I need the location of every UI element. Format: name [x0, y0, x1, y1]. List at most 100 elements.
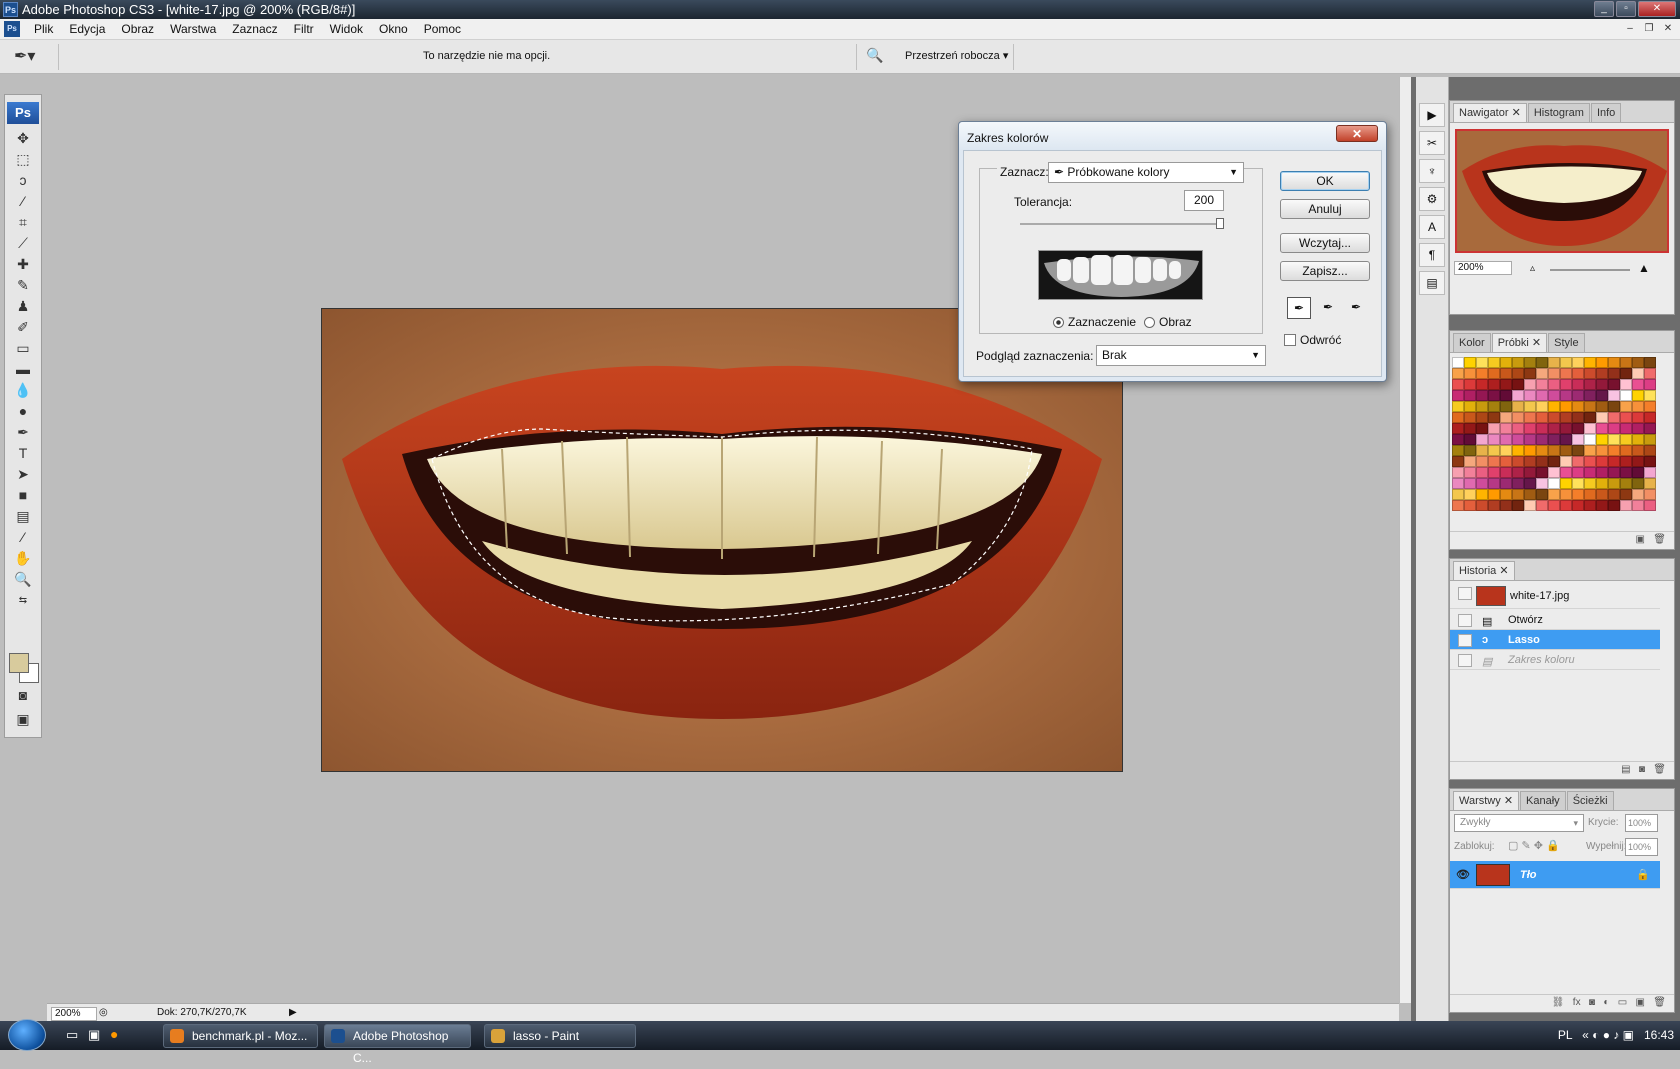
- color-swatch[interactable]: [1488, 368, 1500, 379]
- color-swatch[interactable]: [1536, 456, 1548, 467]
- color-swatch[interactable]: [1632, 467, 1644, 478]
- move-tool-icon[interactable]: ✥: [5, 128, 41, 149]
- navigator-thumbnail[interactable]: [1455, 129, 1669, 253]
- color-swatch[interactable]: [1512, 357, 1524, 368]
- blur-tool-icon[interactable]: 💧: [5, 380, 41, 401]
- color-swatch[interactable]: [1584, 489, 1596, 500]
- color-swatch[interactable]: [1644, 423, 1656, 434]
- menu-image[interactable]: Obraz: [113, 22, 162, 36]
- document-icon[interactable]: Ps: [4, 21, 20, 37]
- color-swatch[interactable]: [1452, 467, 1464, 478]
- color-swatch[interactable]: [1476, 489, 1488, 500]
- tab-history[interactable]: Historia ✕: [1453, 561, 1515, 580]
- brushes-panel-icon[interactable]: ♆: [1419, 159, 1445, 183]
- color-swatch[interactable]: [1488, 467, 1500, 478]
- load-button[interactable]: Wczytaj...: [1280, 233, 1370, 253]
- color-swatch[interactable]: [1488, 456, 1500, 467]
- color-swatch[interactable]: [1464, 379, 1476, 390]
- color-swatch[interactable]: [1452, 379, 1464, 390]
- color-swatch[interactable]: [1536, 412, 1548, 423]
- color-swatch[interactable]: [1536, 500, 1548, 511]
- color-swatch[interactable]: [1644, 357, 1656, 368]
- clone-source-panel-icon[interactable]: ⚙: [1419, 187, 1445, 211]
- color-swatch[interactable]: [1608, 368, 1620, 379]
- color-swatch[interactable]: [1524, 390, 1536, 401]
- eyedropper-sample-icon[interactable]: ✒: [1287, 297, 1311, 319]
- color-swatch[interactable]: [1608, 456, 1620, 467]
- color-swatch[interactable]: [1512, 489, 1524, 500]
- color-swatch[interactable]: [1572, 445, 1584, 456]
- blend-mode-dropdown[interactable]: Zwykły ▾: [1454, 814, 1584, 832]
- color-swatch[interactable]: [1584, 445, 1596, 456]
- color-swatch[interactable]: [1560, 445, 1572, 456]
- tab-navigator[interactable]: Nawigator ✕: [1453, 103, 1527, 122]
- menu-layer[interactable]: Warstwa: [162, 22, 224, 36]
- color-swatch[interactable]: [1476, 368, 1488, 379]
- color-swatch[interactable]: [1512, 401, 1524, 412]
- color-swatch[interactable]: [1476, 357, 1488, 368]
- color-swatch[interactable]: [1524, 478, 1536, 489]
- color-swatch[interactable]: [1620, 423, 1632, 434]
- color-swatch[interactable]: [1572, 401, 1584, 412]
- color-swatch[interactable]: [1596, 379, 1608, 390]
- color-swatch[interactable]: [1596, 423, 1608, 434]
- color-swatch[interactable]: [1548, 401, 1560, 412]
- color-swatch[interactable]: [1548, 500, 1560, 511]
- color-swatch[interactable]: [1572, 379, 1584, 390]
- color-swatch[interactable]: [1512, 500, 1524, 511]
- color-swatch[interactable]: [1524, 368, 1536, 379]
- color-swatch[interactable]: [1560, 500, 1572, 511]
- color-swatch[interactable]: [1596, 489, 1608, 500]
- color-swatch[interactable]: [1560, 489, 1572, 500]
- color-swatch[interactable]: [1608, 489, 1620, 500]
- color-swatch[interactable]: [1620, 434, 1632, 445]
- color-swatch[interactable]: [1560, 434, 1572, 445]
- start-button[interactable]: [8, 1019, 46, 1051]
- color-swatch[interactable]: [1536, 357, 1548, 368]
- color-swatch[interactable]: [1548, 456, 1560, 467]
- color-swatch[interactable]: [1476, 434, 1488, 445]
- color-swatch[interactable]: [1548, 390, 1560, 401]
- color-swatch[interactable]: [1500, 445, 1512, 456]
- color-swatch[interactable]: [1608, 478, 1620, 489]
- doc-restore-button[interactable]: ❐: [1641, 22, 1657, 36]
- color-swatch[interactable]: [1452, 390, 1464, 401]
- history-item[interactable]: ▤ Zakres koloru: [1450, 650, 1660, 670]
- color-swatch[interactable]: [1524, 379, 1536, 390]
- color-swatch[interactable]: [1488, 357, 1500, 368]
- color-swatch[interactable]: [1644, 478, 1656, 489]
- color-swatch[interactable]: [1500, 434, 1512, 445]
- color-swatch[interactable]: [1644, 489, 1656, 500]
- color-swatch[interactable]: [1500, 456, 1512, 467]
- ps-logo[interactable]: Ps: [7, 102, 39, 124]
- color-swatch[interactable]: [1500, 478, 1512, 489]
- color-swatch[interactable]: [1488, 434, 1500, 445]
- color-swatch[interactable]: [1476, 412, 1488, 423]
- healing-brush-tool-icon[interactable]: ✚: [5, 254, 41, 275]
- tab-styles[interactable]: Style: [1548, 333, 1585, 352]
- color-swatch[interactable]: [1560, 390, 1572, 401]
- color-swatch[interactable]: [1632, 445, 1644, 456]
- taskbar-item-firefox[interactable]: benchmark.pl - Moz...: [163, 1024, 318, 1048]
- color-swatch[interactable]: [1476, 456, 1488, 467]
- color-swatch[interactable]: [1464, 434, 1476, 445]
- color-swatch[interactable]: [1512, 412, 1524, 423]
- color-swatch[interactable]: [1596, 412, 1608, 423]
- new-document-from-state-icon[interactable]: ▤: [1621, 764, 1630, 775]
- workspace-dropdown[interactable]: Przestrzeń robocza ▾: [905, 49, 1008, 62]
- menu-edit[interactable]: Edycja: [61, 22, 113, 36]
- color-swatch[interactable]: [1524, 423, 1536, 434]
- fill-field[interactable]: 100%: [1625, 838, 1658, 856]
- swap-colors-icon[interactable]: ⇆: [5, 590, 41, 611]
- eraser-tool-icon[interactable]: ▭: [5, 338, 41, 359]
- color-swatch[interactable]: [1620, 456, 1632, 467]
- color-swatch[interactable]: [1476, 478, 1488, 489]
- color-swatch[interactable]: [1524, 489, 1536, 500]
- color-swatch[interactable]: [1584, 478, 1596, 489]
- color-swatch[interactable]: [1452, 489, 1464, 500]
- doc-minimize-button[interactable]: –: [1622, 22, 1638, 36]
- color-swatch[interactable]: [1512, 445, 1524, 456]
- radio-selection[interactable]: Zaznaczenie: [1053, 315, 1136, 329]
- tab-swatches[interactable]: Próbki ✕: [1491, 333, 1548, 352]
- color-swatch[interactable]: [1500, 500, 1512, 511]
